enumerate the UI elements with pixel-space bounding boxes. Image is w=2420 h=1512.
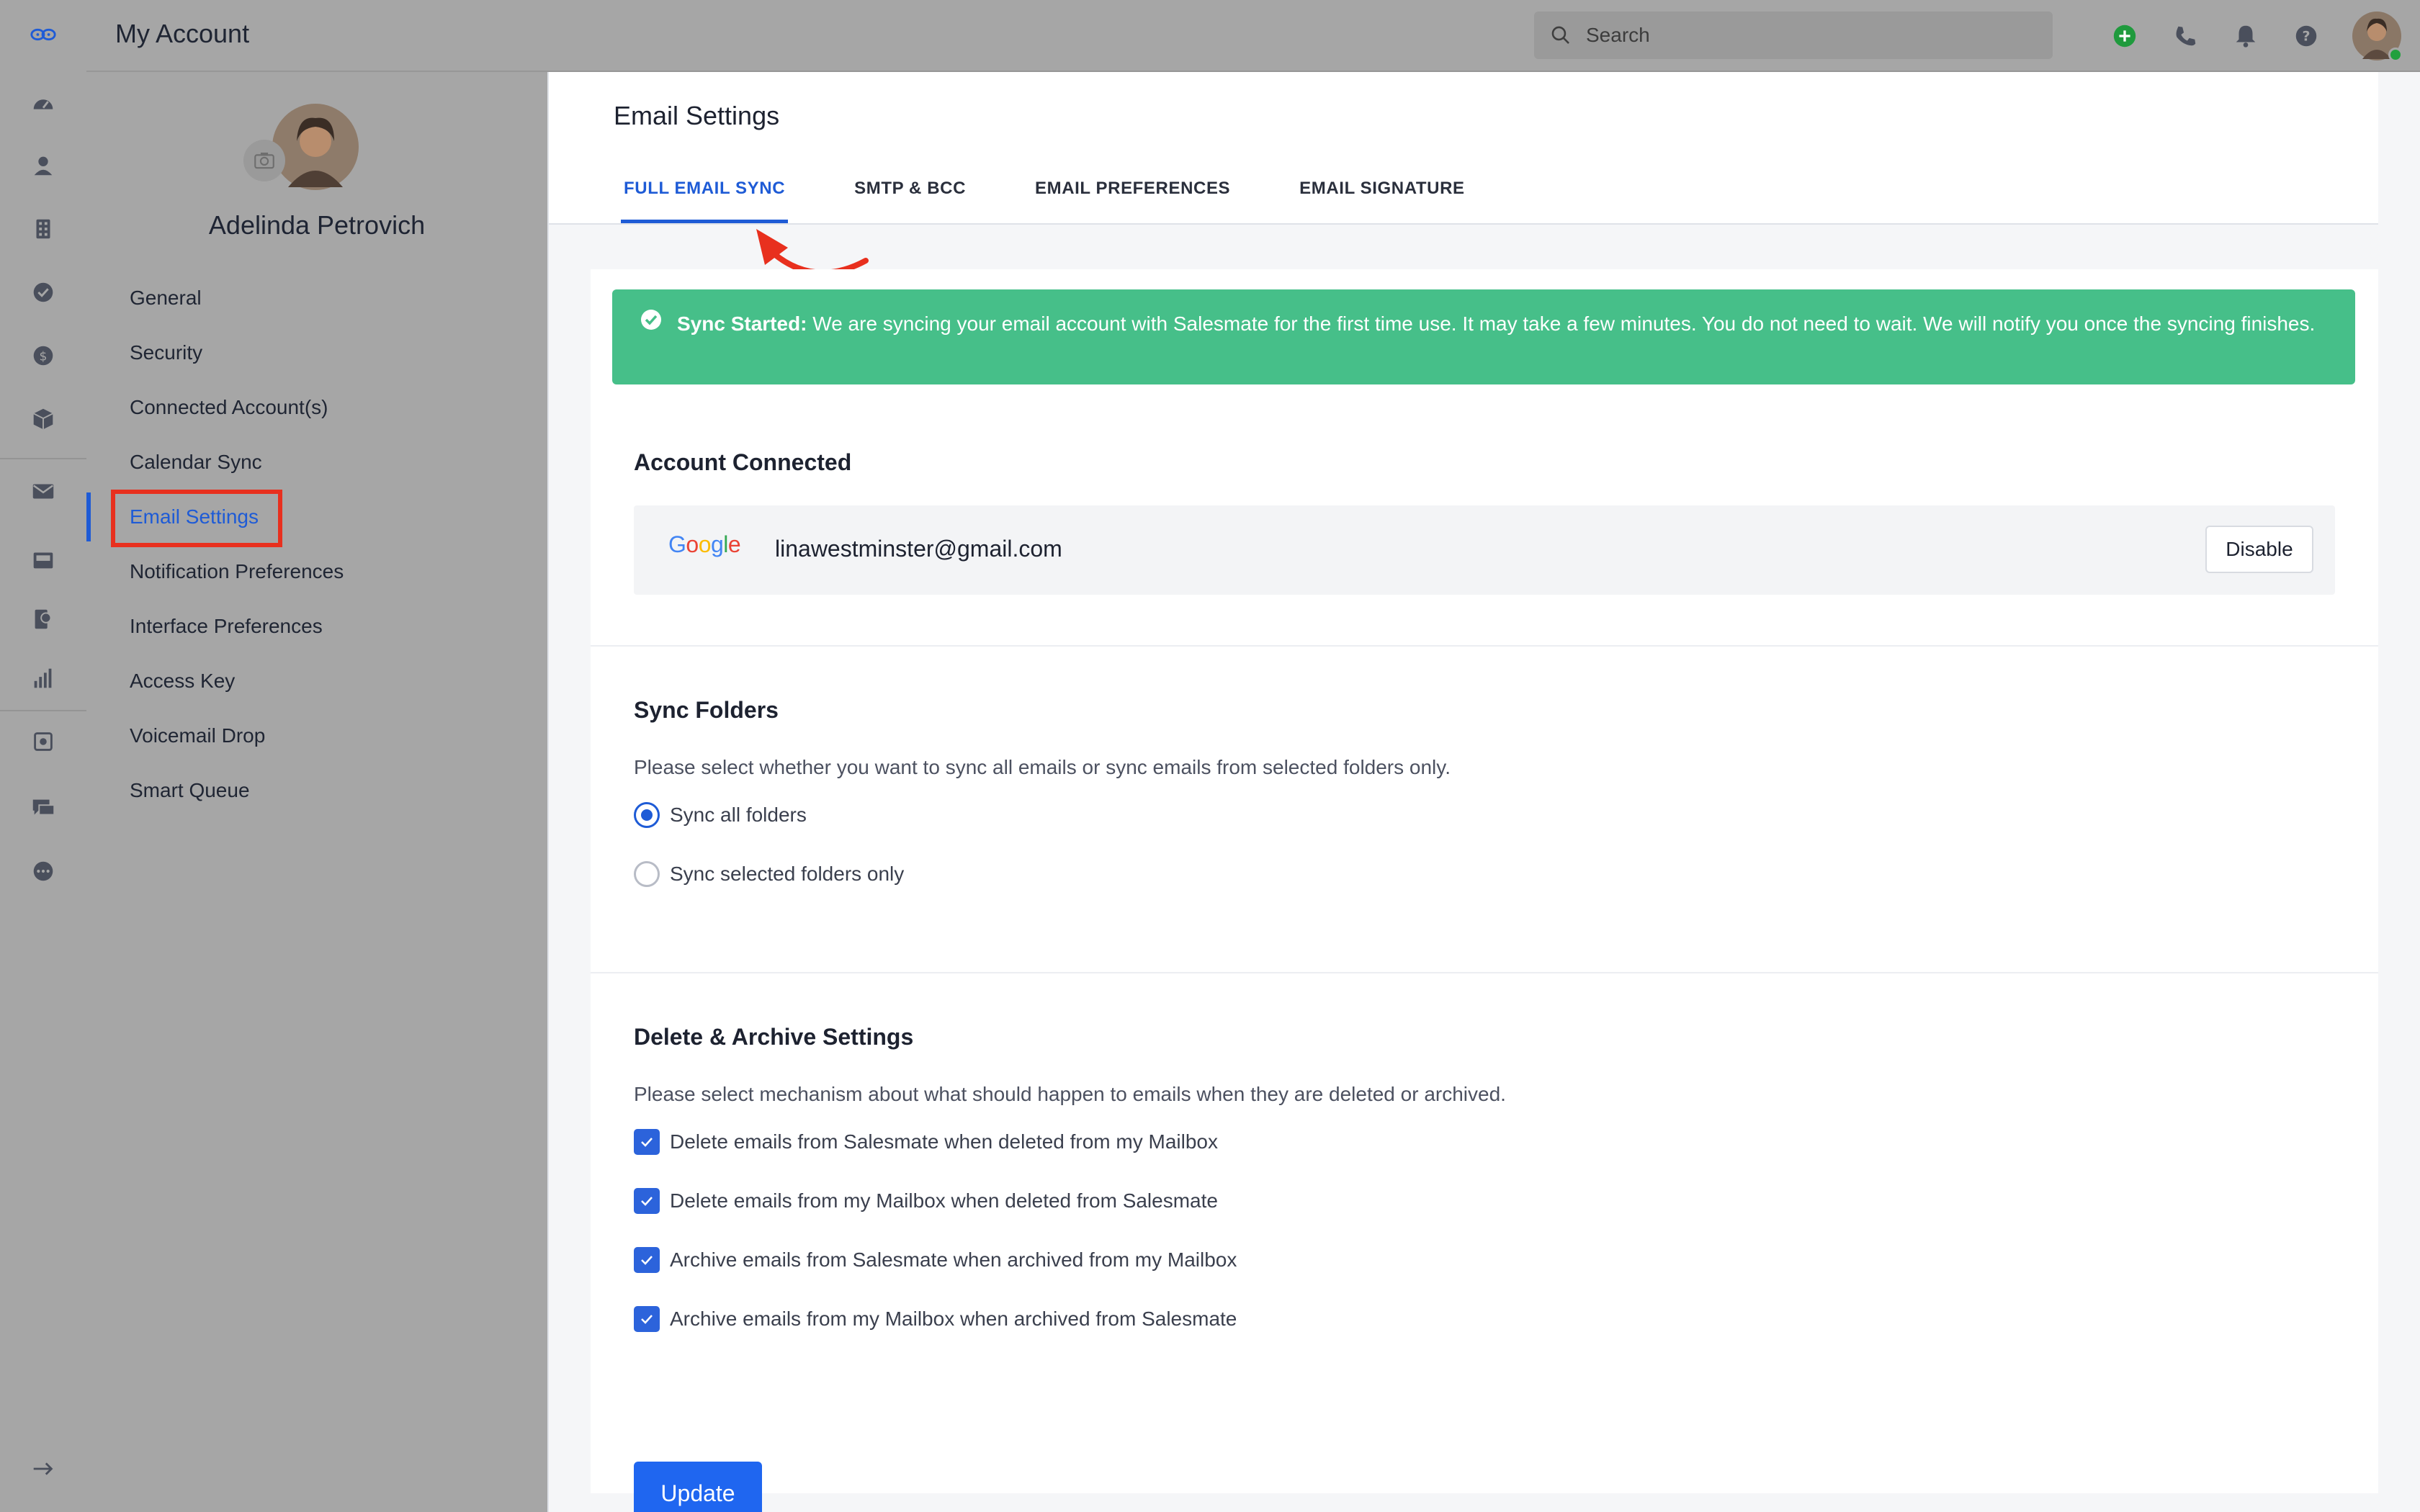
sync-folders-title: Sync Folders	[634, 697, 779, 723]
sidebar-item-voicemail-drop[interactable]: Voicemail Drop	[86, 708, 547, 763]
camera-icon	[254, 152, 274, 169]
expand-icon[interactable]	[22, 1447, 65, 1490]
checkmark-icon	[641, 1256, 653, 1265]
deals-icon[interactable]: $	[22, 334, 65, 377]
app-title: My Account	[115, 19, 250, 48]
checkbox-label: Archive emails from my Mailbox when arch…	[670, 1308, 1237, 1330]
settings-menu: General Security Connected Account(s) Ca…	[86, 271, 547, 818]
dashboard-icon[interactable]	[22, 82, 65, 125]
radio-label: Sync selected folders only	[670, 863, 905, 885]
tab-full-email-sync[interactable]: FULL EMAIL SYNC	[621, 179, 789, 223]
connected-account-row: Google linawestminster@gmail.com Disable	[634, 505, 2335, 595]
logo-icon[interactable]	[22, 13, 65, 56]
tab-email-preferences[interactable]: EMAIL PREFERENCES	[1032, 179, 1233, 223]
email-icon[interactable]	[22, 469, 65, 513]
campaigns-icon[interactable]	[22, 598, 65, 641]
section-divider	[591, 972, 2378, 973]
online-status-dot	[2388, 48, 2403, 62]
tab-smtp-bcc[interactable]: SMTP & BCC	[851, 179, 969, 223]
contacts-icon[interactable]	[22, 144, 65, 187]
inbox-icon[interactable]	[22, 539, 65, 582]
icon-rail: $	[0, 0, 86, 1512]
more-icon[interactable]	[22, 850, 65, 893]
reports-icon[interactable]	[22, 657, 65, 700]
sidebar-item-notification-preferences[interactable]: Notification Preferences	[86, 544, 547, 599]
search-input[interactable]	[1586, 24, 2018, 47]
radio-button[interactable]	[634, 861, 660, 887]
sidebar-item-interface-preferences[interactable]: Interface Preferences	[86, 599, 547, 654]
google-logo: Google	[668, 531, 741, 557]
svg-text:$: $	[40, 350, 48, 364]
main-content: Email Settings FULL EMAIL SYNC SMTP & BC…	[547, 72, 2378, 1512]
sidebar-item-calendar-sync[interactable]: Calendar Sync	[86, 435, 547, 490]
checkmark-icon	[641, 1315, 653, 1324]
radio-label: Sync all folders	[670, 804, 807, 826]
chat-icon[interactable]	[22, 786, 65, 829]
checkbox-checked[interactable]	[634, 1188, 660, 1214]
add-icon[interactable]	[2109, 20, 2141, 52]
checkbox-label: Delete emails from my Mailbox when delet…	[670, 1189, 1218, 1212]
update-button[interactable]: Update	[634, 1462, 762, 1512]
disable-button[interactable]: Disable	[2205, 526, 2313, 573]
checkbox-checked[interactable]	[634, 1247, 660, 1273]
tab-email-signature[interactable]: EMAIL SIGNATURE	[1296, 179, 1467, 223]
sync-folders-description: Please select whether you want to sync a…	[634, 756, 1451, 778]
email-sync-card: Sync Started: We are syncing your email …	[591, 269, 2378, 1512]
radio-sync-selected-folders[interactable]: Sync selected folders only	[634, 861, 904, 887]
radio-button-selected[interactable]	[634, 802, 660, 828]
sidebar-item-email-settings[interactable]: Email Settings	[86, 490, 547, 547]
profile-avatar	[272, 104, 359, 190]
automation-icon[interactable]	[22, 720, 65, 763]
alert-text: We are syncing your email account with S…	[807, 312, 2316, 335]
delete-archive-title: Delete & Archive Settings	[634, 1024, 914, 1050]
bell-icon[interactable]	[2230, 20, 2262, 52]
checkbox-checked[interactable]	[634, 1306, 660, 1332]
change-photo-button[interactable]	[243, 140, 285, 181]
sync-started-alert: Sync Started: We are syncing your email …	[612, 289, 2355, 384]
account-connected-title: Account Connected	[634, 449, 852, 475]
settings-sidebar: Adelinda Petrovich General Security Conn…	[86, 72, 547, 1512]
delete-archive-description: Please select mechanism about what shoul…	[634, 1083, 1506, 1105]
sidebar-item-general[interactable]: General	[86, 271, 547, 325]
sidebar-item-access-key[interactable]: Access Key	[86, 654, 547, 708]
checkbox-label: Delete emails from Salesmate when delete…	[670, 1130, 1218, 1153]
user-avatar[interactable]	[2352, 12, 2403, 62]
radio-sync-all-folders[interactable]: Sync all folders	[634, 802, 807, 828]
sidebar-item-security[interactable]: Security	[86, 325, 547, 380]
sidebar-item-connected-accounts[interactable]: Connected Account(s)	[86, 380, 547, 435]
profile-name: Adelinda Petrovich	[208, 210, 426, 240]
settings-tabs: FULL EMAIL SYNC SMTP & BCC EMAIL PREFERE…	[621, 179, 1531, 223]
check-circle-icon	[641, 310, 661, 330]
companies-icon[interactable]	[22, 207, 65, 251]
page-title: Email Settings	[614, 101, 780, 130]
search-box[interactable]	[1534, 12, 2053, 59]
checkbox-delete-from-salesmate[interactable]: Delete emails from Salesmate when delete…	[634, 1129, 1218, 1155]
checkbox-delete-from-mailbox[interactable]: Delete emails from my Mailbox when delet…	[634, 1188, 1218, 1214]
section-divider	[591, 645, 2378, 647]
checkbox-label: Archive emails from Salesmate when archi…	[670, 1248, 1237, 1271]
checkbox-checked[interactable]	[634, 1129, 660, 1155]
checkbox-archive-from-mailbox[interactable]: Archive emails from my Mailbox when arch…	[634, 1306, 1237, 1332]
svg-text:?: ?	[2302, 29, 2310, 45]
checkbox-archive-from-salesmate[interactable]: Archive emails from Salesmate when archi…	[634, 1247, 1237, 1273]
tasks-icon[interactable]	[22, 271, 65, 314]
account-email: linawestminster@gmail.com	[775, 536, 1062, 562]
top-header: My Account ?	[86, 0, 2420, 72]
sidebar-item-smart-queue[interactable]: Smart Queue	[86, 763, 547, 818]
page-header: Email Settings FULL EMAIL SYNC SMTP & BC…	[549, 72, 2378, 225]
search-icon	[1551, 26, 1569, 44]
alert-title: Sync Started:	[677, 312, 807, 335]
annotation-highlight-box	[111, 490, 282, 547]
products-icon[interactable]	[22, 397, 65, 441]
checkmark-icon	[641, 1197, 653, 1206]
checkmark-icon	[641, 1138, 653, 1147]
help-icon[interactable]: ?	[2290, 20, 2322, 52]
phone-icon[interactable]	[2169, 20, 2201, 52]
